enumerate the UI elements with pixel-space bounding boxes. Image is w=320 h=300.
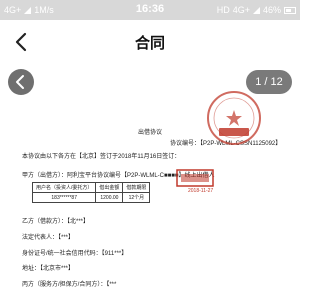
table-header-row: 用户名（投资人/委托方） 借出金额 借款期限 bbox=[31, 182, 151, 193]
status-right: HD 4G+ 46% bbox=[217, 5, 296, 15]
nav-bar: 合同 bbox=[0, 20, 300, 64]
table-cell: 183******87 bbox=[31, 192, 97, 203]
page-title: 合同 bbox=[134, 35, 165, 52]
party-c-text: 丙方（服务方/担保方/合同方）：【*** bbox=[22, 282, 117, 288]
table-cell: 1200.00 bbox=[95, 192, 124, 203]
party-b-text: 乙方（借款方）：【北***】 bbox=[22, 219, 90, 225]
id-number: 身份证号/统一社会信用代码：【911***】 bbox=[22, 251, 128, 257]
previous-page-button[interactable] bbox=[8, 69, 34, 95]
status-bar: 4G+ 1M/s 16:36 HD 4G+ 46% bbox=[0, 0, 300, 20]
address-text: 地址：【北京市***】 bbox=[22, 266, 75, 272]
chevron-left-icon bbox=[16, 75, 24, 89]
signature-stamp bbox=[176, 169, 214, 187]
table-header-cell: 借款期限 bbox=[122, 182, 151, 193]
battery-percent: 46% bbox=[262, 5, 281, 15]
intro-text: 本协议由以下各方在【北京】签订于2018年11月16日签订： bbox=[22, 154, 181, 160]
hd-indicator: HD bbox=[216, 5, 230, 15]
company-seal bbox=[207, 91, 261, 145]
table-cell: 12个月 bbox=[122, 192, 151, 203]
signal-strength-icon bbox=[252, 6, 260, 14]
page-indicator: 1 / 12 bbox=[246, 70, 292, 94]
contract-page: 出借协议 协议编号：【P2P-WLML-CSSN1125092】 本协议由以下各… bbox=[0, 64, 300, 300]
table-row: 183******87 1200.00 12个月 bbox=[31, 192, 151, 203]
battery-icon bbox=[284, 6, 296, 14]
legal-representative: 法定代表人：【***】 bbox=[22, 235, 75, 241]
network-indicator-right: 4G+ bbox=[232, 5, 250, 15]
stamp-date: 2018-11-27 bbox=[188, 188, 214, 194]
table-header-cell: 用户名（投资人/委托方） bbox=[31, 182, 97, 193]
lender-table: 用户名（投资人/委托方） 借出金额 借款期限 183******87 1200.… bbox=[31, 182, 151, 203]
document-viewer[interactable]: 出借协议 协议编号：【P2P-WLML-CSSN1125092】 本协议由以下各… bbox=[0, 64, 300, 300]
table-header-cell: 借出金额 bbox=[95, 182, 124, 193]
